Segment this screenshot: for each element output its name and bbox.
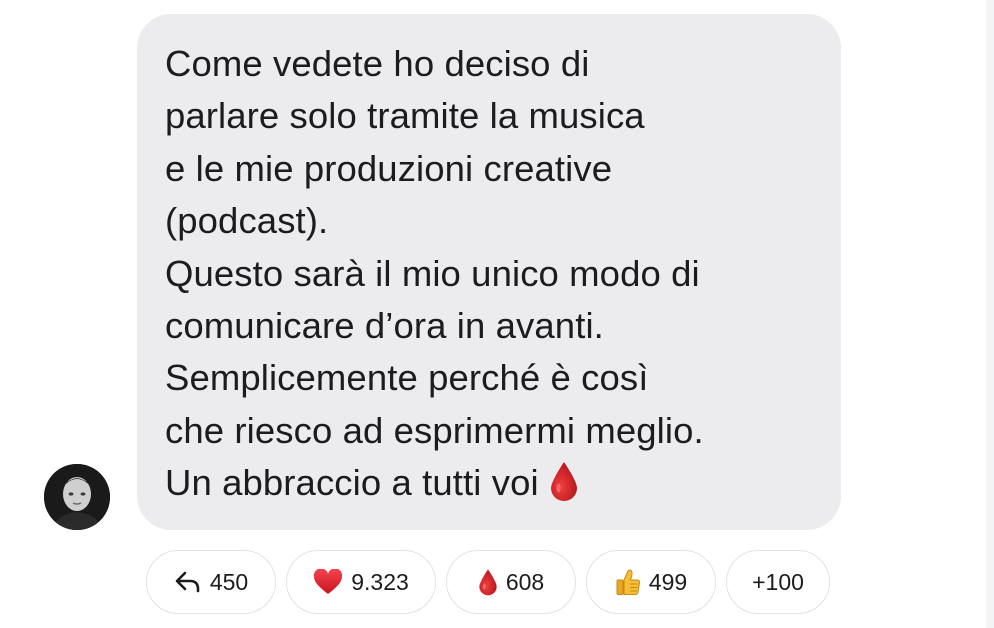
red-heart-icon xyxy=(313,569,343,595)
chat-view: Come vedete ho deciso di parlare solo tr… xyxy=(0,0,994,628)
message-line: Questo sarà il mio unico modo di xyxy=(165,252,700,294)
message-line: e le mie produzioni creative xyxy=(165,147,613,189)
more-reactions-button[interactable]: +100 xyxy=(726,550,830,614)
avatar[interactable] xyxy=(44,464,110,530)
right-edge-strip xyxy=(986,0,994,628)
blood-drop-reaction-button[interactable]: 608 xyxy=(446,550,576,614)
message-line: comunicare d’ora in avanti. xyxy=(165,305,604,347)
message-line: (podcast). xyxy=(165,200,329,242)
avatar-portrait-icon xyxy=(44,464,110,530)
message-line: che riesco ad esprimermi meglio. xyxy=(165,409,704,451)
reply-count: 450 xyxy=(209,568,249,595)
message-bubble[interactable]: Come vedete ho deciso di parlare solo tr… xyxy=(137,14,841,530)
thumbs-up-icon xyxy=(615,568,641,596)
message-line-last: Un abbraccio a tutti voi xyxy=(165,457,821,509)
message-line: Come vedete ho deciso di xyxy=(165,43,590,84)
more-reactions-label: +100 xyxy=(752,568,804,595)
blood-drop-count: 608 xyxy=(505,568,545,595)
message-line: Semplicemente perché è così xyxy=(165,357,649,399)
heart-reaction-button[interactable]: 9.323 xyxy=(286,550,436,614)
reply-arrow-icon xyxy=(174,570,202,594)
blood-drop-icon xyxy=(478,568,498,596)
heart-count: 9.323 xyxy=(351,568,409,595)
message-line: parlare solo tramite la musica xyxy=(165,95,645,137)
reply-button[interactable]: 450 xyxy=(146,550,276,614)
thumbs-up-reaction-button[interactable]: 499 xyxy=(586,550,716,614)
message-line-text: Un abbraccio a tutti voi xyxy=(165,462,539,504)
reaction-bar: 450 9.323 608 499 +100 xyxy=(146,550,830,614)
thumbs-up-count: 499 xyxy=(648,568,688,595)
blood-drop-icon xyxy=(549,461,579,502)
